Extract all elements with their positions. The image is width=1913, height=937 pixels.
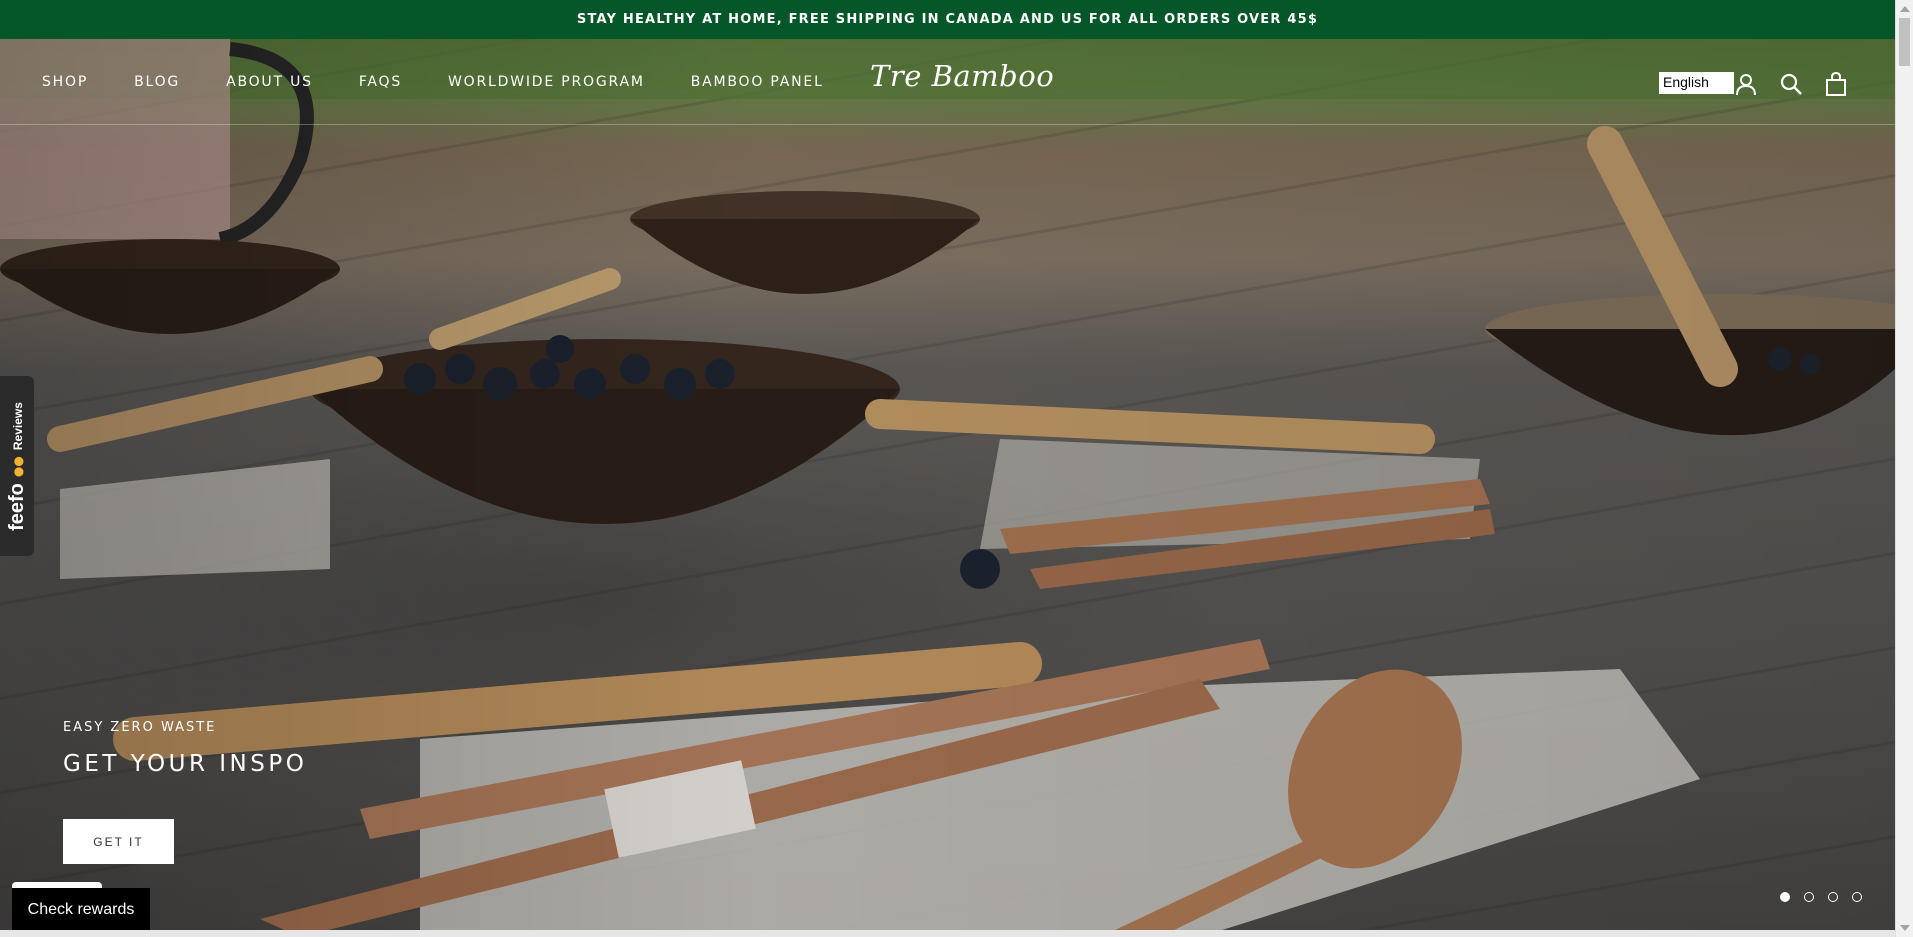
announcement-bar: STAY HEALTHY AT HOME, FREE SHIPPING IN C… [0, 0, 1895, 39]
hero-caption: EASY ZERO WASTE GET YOUR INSPO [63, 720, 307, 777]
feefo-reviews-label: Reviews [10, 401, 24, 450]
hero-scene [0, 39, 1895, 937]
slide-dot-1[interactable] [1780, 892, 1790, 902]
slide-dot-2[interactable] [1804, 892, 1814, 902]
page-bottom-edge [0, 930, 1895, 937]
hero-image [0, 39, 1895, 937]
nav-blog[interactable]: BLOG [134, 74, 180, 90]
account-icon[interactable] [1734, 72, 1758, 96]
language-select[interactable]: English [1659, 72, 1734, 94]
check-rewards-button[interactable]: Check rewards [12, 888, 150, 932]
hero-headline: GET YOUR INSPO [63, 751, 308, 777]
feefo-reviews-tab[interactable]: feefo ●● Reviews [0, 376, 34, 556]
nav-shop[interactable]: SHOP [42, 74, 88, 90]
nav-worldwide-program[interactable]: WORLDWIDE PROGRAM [448, 74, 645, 90]
feefo-dots-icon: ●● [10, 455, 24, 477]
scroll-thumb[interactable] [1899, 18, 1910, 66]
site-header: SHOP BLOG ABOUT US FAQS WORLDWIDE PROGRA… [0, 39, 1895, 125]
nav-faqs[interactable]: FAQS [359, 74, 402, 90]
feefo-logo: feefo [5, 482, 28, 531]
site-logo[interactable]: Tre Bamboo [870, 59, 1054, 93]
scroll-up-icon[interactable] [1900, 6, 1910, 12]
get-it-button[interactable]: GET IT [63, 819, 174, 864]
nav-about-us[interactable]: ABOUT US [226, 74, 313, 90]
scroll-down-icon[interactable] [1900, 925, 1910, 931]
announcement-text: STAY HEALTHY AT HOME, FREE SHIPPING IN C… [576, 12, 1319, 27]
cart-icon[interactable] [1824, 72, 1848, 96]
slide-dot-4[interactable] [1852, 892, 1862, 902]
slide-dot-3[interactable] [1828, 892, 1838, 902]
hero-kicker: EASY ZERO WASTE [63, 720, 217, 735]
page-scrollbar[interactable] [1895, 0, 1913, 937]
nav-bamboo-panel[interactable]: BAMBOO PANEL [691, 74, 824, 90]
search-icon[interactable] [1779, 72, 1803, 96]
slideshow-dots [1780, 892, 1862, 902]
main-nav: SHOP BLOG ABOUT US FAQS WORLDWIDE PROGRA… [42, 39, 824, 125]
